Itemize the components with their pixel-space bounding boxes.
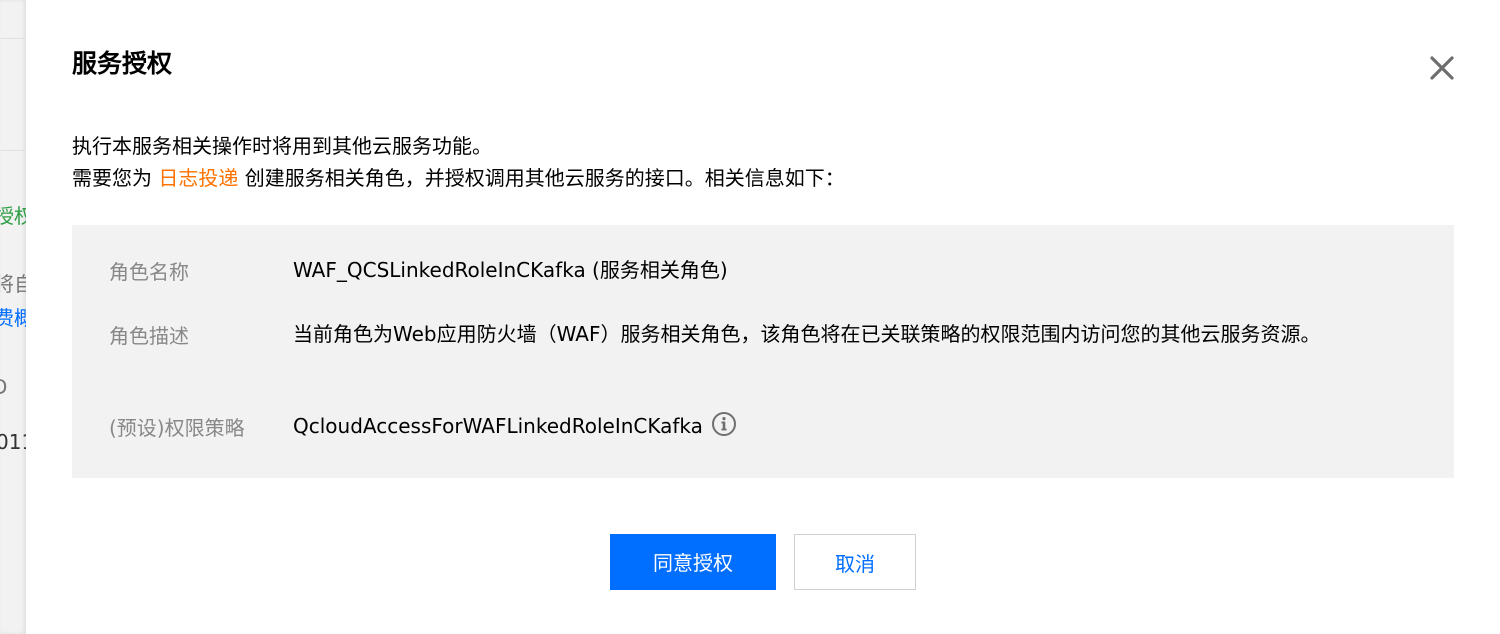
intro-suffix: 创建服务相关角色，并授权调用其他云服务的接口。相关信息如下：	[238, 166, 845, 190]
background-text: 将自	[0, 272, 26, 296]
service-link[interactable]: 日志投递	[158, 166, 238, 190]
role-name-label: 角色名称	[109, 260, 189, 284]
background-page: 授权 将自 费概 D 011	[0, 0, 26, 634]
background-divider	[0, 38, 26, 39]
intro-line-2: 需要您为 日志投递 创建服务相关角色，并授权调用其他云服务的接口。相关信息如下：	[72, 162, 845, 194]
authorization-dialog: 服务授权 执行本服务相关操作时将用到其他云服务功能。 需要您为 日志投递 创建服…	[26, 0, 1500, 634]
role-description-label: 角色描述	[109, 324, 189, 348]
background-link: 费概	[0, 306, 26, 330]
dialog-title: 服务授权	[72, 49, 173, 78]
policy-value-wrap: QcloudAccessForWAFLinkedRoleInCKafka	[293, 410, 1373, 442]
intro-prefix: 需要您为	[72, 166, 159, 190]
policy-label: (预设)权限策略	[109, 416, 245, 440]
background-text: 011	[0, 430, 26, 454]
dialog-intro: 执行本服务相关操作时将用到其他云服务功能。 需要您为 日志投递 创建服务相关角色…	[72, 130, 845, 194]
agree-authorize-button[interactable]: 同意授权	[610, 534, 776, 590]
info-icon[interactable]	[711, 411, 737, 437]
intro-line-1: 执行本服务相关操作时将用到其他云服务功能。	[72, 134, 492, 158]
policy-value: QcloudAccessForWAFLinkedRoleInCKafka	[293, 414, 703, 438]
cancel-button[interactable]: 取消	[794, 534, 916, 590]
role-description-value: 当前角色为Web应用防火墙（WAF）服务相关角色，该角色将在已关联策略的权限范围…	[293, 322, 1321, 346]
background-text: 授权	[0, 204, 26, 228]
close-button[interactable]	[1426, 52, 1458, 84]
background-text: D	[0, 375, 7, 399]
role-info-panel: 角色名称 WAF_QCSLinkedRoleInCKafka (服务相关角色) …	[72, 225, 1454, 478]
role-name-value: WAF_QCSLinkedRoleInCKafka (服务相关角色)	[293, 258, 728, 282]
close-icon	[1430, 56, 1454, 80]
background-divider	[0, 150, 26, 151]
